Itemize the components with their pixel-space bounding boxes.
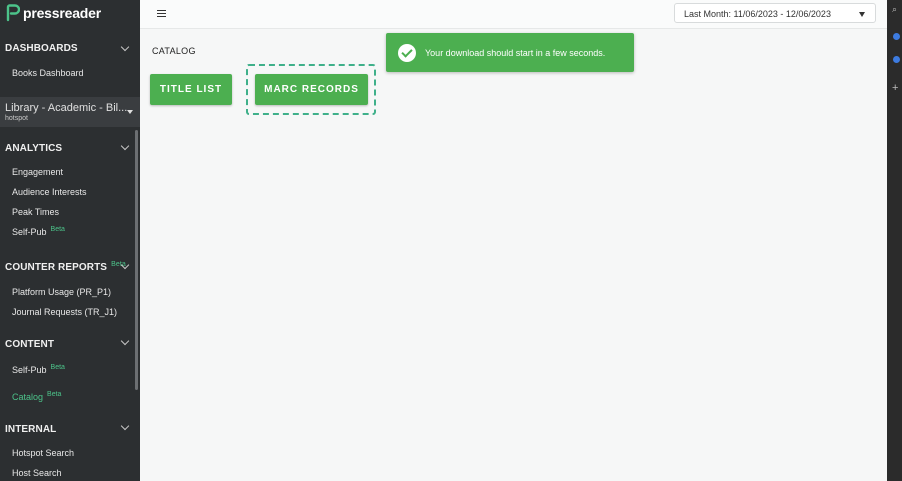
add-icon[interactable]: +: [892, 82, 898, 94]
section-analytics[interactable]: ANALYTICS: [5, 143, 62, 154]
download-toast: Your download should start in a few seco…: [386, 33, 634, 72]
title-list-button[interactable]: TITLE LIST: [150, 74, 232, 105]
sidebar-item-platform-usage[interactable]: Platform Usage (PR_P1): [12, 287, 111, 297]
sidebar-item-books-dashboard[interactable]: Books Dashboard: [12, 68, 84, 78]
section-internal[interactable]: INTERNAL: [5, 424, 56, 435]
chevron-down-icon[interactable]: [120, 421, 130, 431]
date-range-value: Last Month: 11/06/2023 - 12/06/2023: [684, 9, 831, 19]
caret-down-icon: [859, 12, 865, 17]
chevron-down-icon[interactable]: [120, 42, 130, 52]
extension-icon[interactable]: [893, 33, 900, 40]
sidebar-item-audience-interests[interactable]: Audience Interests: [12, 187, 87, 197]
sidebar-item-label: Self-Pub: [12, 365, 47, 375]
sidebar-item-host-search[interactable]: Host Search: [12, 468, 62, 478]
sidebar-item-peak-times[interactable]: Peak Times: [12, 207, 59, 217]
sidebar-item-engagement[interactable]: Engagement: [12, 167, 63, 177]
library-type: hotspot: [5, 115, 28, 122]
chevron-down-icon[interactable]: [120, 141, 130, 151]
date-range-select[interactable]: Last Month: 11/06/2023 - 12/06/2023: [674, 3, 876, 23]
check-circle-icon: [398, 44, 416, 62]
pressreader-logo-icon: [6, 4, 20, 22]
outlook-icon[interactable]: [893, 56, 900, 63]
sidebar-scrollbar[interactable]: [135, 130, 138, 390]
page-title: CATALOG: [152, 46, 196, 56]
browser-side-panel: ⌕ +: [887, 0, 902, 481]
section-counter-reports[interactable]: COUNTER REPORTS Beta: [5, 261, 126, 273]
sidebar-item-catalog[interactable]: Catalog Beta: [12, 391, 62, 402]
logo[interactable]: pressreader: [6, 3, 101, 23]
library-selector[interactable]: Library - Academic - Bil... hotspot: [0, 97, 140, 127]
sidebar-item-label: Catalog: [12, 392, 44, 402]
beta-badge: Beta: [50, 364, 65, 371]
caret-down-icon: [127, 110, 133, 114]
chevron-down-icon[interactable]: [120, 336, 130, 346]
section-dashboards[interactable]: DASHBOARDS: [5, 43, 78, 54]
beta-badge: Beta: [47, 391, 62, 398]
section-content[interactable]: CONTENT: [5, 339, 54, 350]
beta-badge: Beta: [50, 226, 65, 233]
search-icon[interactable]: ⌕: [892, 4, 897, 15]
menu-icon[interactable]: [157, 10, 166, 18]
sidebar-item-self-pub-content[interactable]: Self-Pub Beta: [12, 364, 65, 375]
sidebar-item-journal-requests[interactable]: Journal Requests (TR_J1): [12, 307, 117, 317]
toast-message: Your download should start in a few seco…: [425, 48, 606, 58]
sidebar: pressreader DASHBOARDS Books Dashboard L…: [0, 0, 140, 481]
section-label: COUNTER REPORTS: [5, 262, 108, 273]
sidebar-item-self-pub-analytics[interactable]: Self-Pub Beta: [12, 226, 65, 237]
brand-name: pressreader: [23, 5, 101, 21]
marc-records-button[interactable]: MARC RECORDS: [255, 74, 368, 105]
sidebar-item-hotspot-search[interactable]: Hotspot Search: [12, 448, 74, 458]
library-name: Library - Academic - Bil...: [5, 102, 128, 114]
sidebar-item-label: Self-Pub: [12, 227, 47, 237]
